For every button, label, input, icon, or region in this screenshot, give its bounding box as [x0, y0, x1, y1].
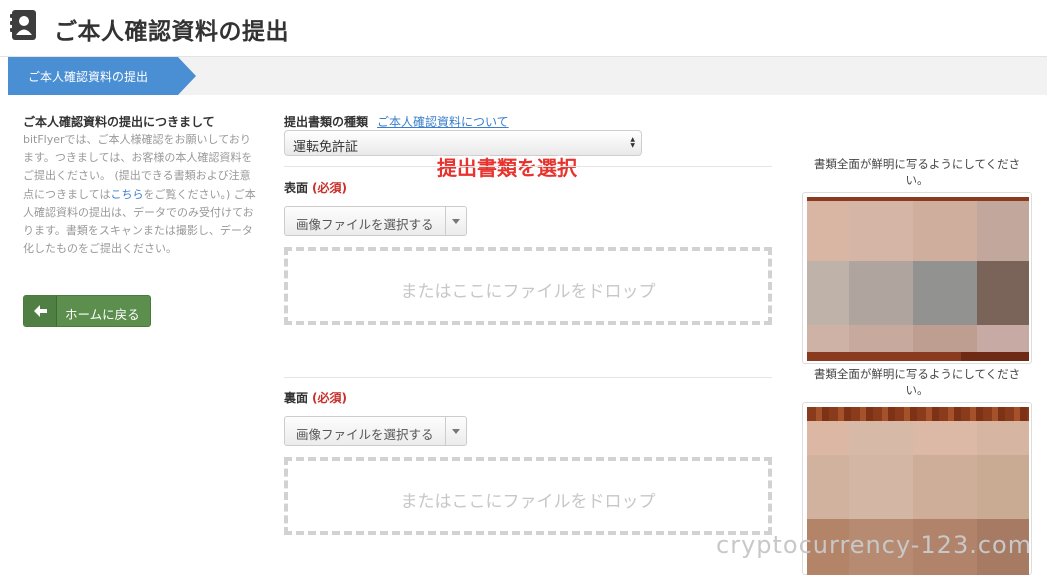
step-tab-label: ご本人確認資料の提出 [28, 70, 149, 84]
front-drop-zone-label: またはここにファイルをドロップ [400, 282, 656, 302]
back-drop-zone-label: またはここにファイルをドロップ [400, 492, 656, 512]
front-file-separator [445, 207, 446, 235]
sidebar-link-here[interactable]: こちら [110, 188, 143, 201]
page-header: ご本人確認資料の提出 [0, 0, 1047, 57]
page-title: ご本人確認資料の提出 [54, 19, 289, 45]
divider-2 [284, 377, 772, 378]
back-file-select-label: 画像ファイルを選択する [296, 427, 434, 442]
back-required: (必須) [312, 391, 347, 405]
back-label-text: 裏面 [284, 391, 309, 405]
front-caption-line1: 書類全面が鮮明に写るようにしてくださ [813, 157, 1021, 171]
select-arrows-icon: ▲ ▼ [630, 136, 635, 149]
back-file-select-button[interactable]: 画像ファイルを選択する [284, 416, 467, 446]
front-file-select-label: 画像ファイルを選択する [296, 217, 434, 232]
front-label: 表面 (必須) [284, 179, 347, 196]
back-file-separator [445, 417, 446, 445]
watermark: cryptocurrency-123.com [716, 531, 1033, 559]
front-label-text: 表面 [284, 181, 309, 195]
front-drop-zone[interactable]: またはここにファイルをドロップ [284, 247, 772, 325]
doc-type-select-value: 運転免許証 [293, 140, 359, 155]
front-file-select-button[interactable]: 画像ファイルを選択する [284, 206, 467, 236]
back-caption-line1: 書類全面が鮮明に写るようにしてくださ [813, 367, 1021, 381]
back-drop-zone[interactable]: またはここにファイルをドロップ [284, 457, 772, 535]
arrow-left-icon [24, 296, 57, 326]
caret-down-icon[interactable] [452, 429, 460, 434]
step-tab-current: ご本人確認資料の提出 [8, 57, 196, 95]
doc-type-info-link[interactable]: ご本人確認資料について [377, 113, 509, 130]
sidebar-description: bitFlyerでは、ご本人様確認をお願いしております。つきましては、お客様の本… [23, 131, 256, 258]
caret-down-icon[interactable] [452, 219, 460, 224]
divider-1 [284, 166, 772, 167]
front-sample-image [802, 192, 1032, 364]
home-button[interactable]: ホームに戻る [23, 295, 151, 327]
front-required: (必須) [312, 181, 347, 195]
sidebar-heading: ご本人確認資料の提出につきまして [23, 115, 215, 129]
back-label: 裏面 (必須) [284, 389, 347, 406]
contact-card-icon [10, 10, 36, 40]
front-sample-caption: 書類全面が鮮明に写るようにしてくださ い。 [800, 156, 1034, 188]
front-caption-line2: い。 [905, 173, 929, 187]
back-caption-line2: い。 [905, 383, 929, 397]
front-sample-pixelated [807, 197, 1029, 361]
home-button-label: ホームに戻る [65, 307, 140, 322]
back-sample-caption: 書類全面が鮮明に写るようにしてくださ い。 [800, 366, 1034, 398]
doc-type-label: 提出書類の種類 [284, 115, 369, 129]
